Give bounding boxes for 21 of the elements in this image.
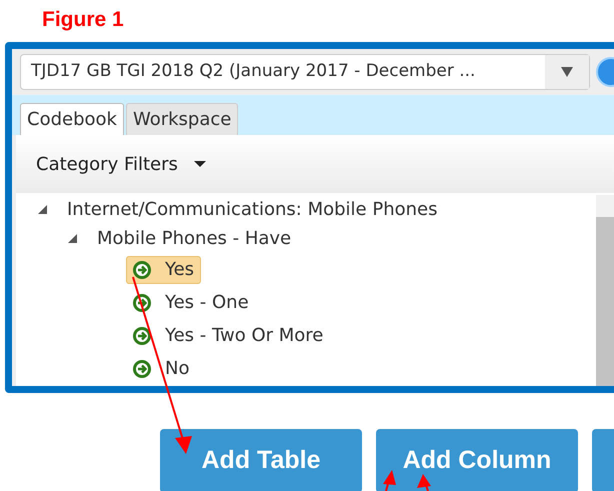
annotation-arrow xyxy=(380,470,398,491)
tree-item[interactable]: Yes - One xyxy=(126,288,256,316)
annotation-arrow xyxy=(414,473,434,491)
arrow-circle-icon xyxy=(133,260,151,278)
tree-item[interactable]: Yes xyxy=(126,256,202,284)
scrollbar[interactable] xyxy=(596,195,614,386)
tab[interactable]: Codebook xyxy=(20,103,124,135)
arrow-circle-icon xyxy=(133,326,151,344)
figure-label: Figure 1 xyxy=(42,8,124,31)
expander-icon[interactable] xyxy=(38,205,47,214)
caret-icon xyxy=(194,161,206,167)
tree-item[interactable]: No xyxy=(126,354,196,382)
tree-item[interactable]: Mobile Phones - Have xyxy=(97,225,292,252)
arrow-circle-icon xyxy=(133,360,151,378)
tab[interactable]: Workspace xyxy=(126,103,238,135)
caret-icon xyxy=(561,67,573,77)
expander-icon[interactable] xyxy=(68,234,77,243)
tree-item[interactable]: Internet/Communications: Mobile Phones xyxy=(67,196,438,223)
tree-item[interactable]: Yes - Two Or More xyxy=(126,322,330,350)
dataset-dropdown[interactable]: TJD17 GB TGI 2018 Q2 (January 2017 - December ... xyxy=(20,54,590,90)
category-filters-menu[interactable]: Category Filters xyxy=(36,150,206,178)
